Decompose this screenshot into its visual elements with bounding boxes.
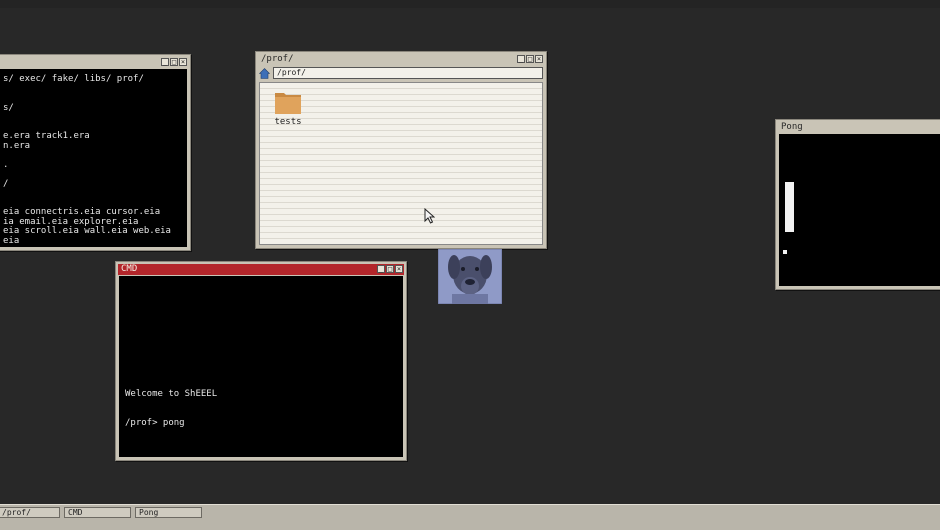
- folder-label: tests: [274, 117, 302, 127]
- terminal-line: e.era track1.era: [3, 131, 90, 141]
- maximize-icon[interactable]: □: [170, 58, 178, 66]
- cmd-titlebar[interactable]: CMD _ □ ×: [118, 264, 404, 275]
- close-icon[interactable]: ×: [395, 265, 403, 273]
- taskbar-item-prof[interactable]: /prof/: [0, 507, 60, 518]
- pong-ball: [783, 250, 787, 254]
- minimize-icon[interactable]: _: [377, 265, 385, 273]
- terminal-line: .: [3, 159, 9, 170]
- pong-window[interactable]: Pong _: [775, 119, 940, 290]
- dog-photo: [438, 249, 502, 304]
- taskbar: /prof/ CMD Pong: [0, 504, 940, 530]
- minimize-icon[interactable]: _: [161, 58, 169, 66]
- cmd-window[interactable]: CMD _ □ × Welcome to ShEEEL /prof> pong: [115, 261, 407, 461]
- address-input[interactable]: /prof/: [273, 67, 543, 79]
- explorer-titlebar[interactable]: /prof/ _ □ ×: [258, 54, 544, 65]
- close-icon[interactable]: ×: [535, 55, 543, 63]
- home-icon[interactable]: [259, 67, 270, 79]
- file-list[interactable]: tests: [259, 82, 543, 245]
- taskbar-item-pong[interactable]: Pong: [135, 507, 202, 518]
- pong-title: Pong: [781, 122, 803, 132]
- terminal-output[interactable]: s/ exec/ fake/ libs/ prof/ s/ e.era trac…: [0, 69, 187, 247]
- terminal-window[interactable]: _ □ × s/ exec/ fake/ libs/ prof/ s/ e.er…: [0, 54, 191, 251]
- terminal-line: s/: [3, 102, 14, 113]
- explorer-title: /prof/: [261, 54, 294, 64]
- terminal-line: s/ exec/ fake/ libs/ prof/: [3, 74, 144, 84]
- folder-icon: [275, 93, 301, 114]
- cmd-title: CMD: [121, 264, 138, 274]
- maximize-icon[interactable]: □: [526, 55, 534, 63]
- terminal-titlebar[interactable]: _ □ ×: [0, 57, 188, 68]
- cmd-output: Welcome to ShEEEL /prof> pong: [125, 371, 217, 447]
- address-bar: /prof/: [259, 66, 543, 80]
- pong-titlebar[interactable]: Pong _: [778, 122, 940, 133]
- mouse-cursor-icon: [424, 208, 435, 224]
- terminal-line: eia: [3, 235, 20, 246]
- cmd-console[interactable]: Welcome to ShEEEL /prof> pong: [119, 276, 403, 457]
- cmd-prompt-line: /prof> pong: [125, 417, 185, 428]
- pong-game-area[interactable]: [779, 134, 940, 286]
- terminal-line: /: [3, 178, 9, 189]
- folder-tests[interactable]: tests: [271, 89, 305, 127]
- pong-paddle: [785, 182, 794, 232]
- terminal-text: s/ exec/ fake/ libs/ prof/ s/ e.era trac…: [0, 69, 187, 246]
- terminal-line: n.era: [3, 140, 31, 151]
- desktop: _ □ × s/ exec/ fake/ libs/ prof/ s/ e.er…: [0, 8, 940, 504]
- taskbar-item-cmd[interactable]: CMD: [64, 507, 131, 518]
- cmd-welcome-line: Welcome to ShEEEL: [125, 389, 218, 399]
- maximize-icon[interactable]: □: [386, 265, 394, 273]
- terminal-line: eia scroll.eia wall.eia web.eia: [3, 226, 171, 236]
- minimize-icon[interactable]: _: [517, 55, 525, 63]
- close-icon[interactable]: ×: [179, 58, 187, 66]
- explorer-window[interactable]: /prof/ _ □ × /prof/ tests: [255, 51, 547, 249]
